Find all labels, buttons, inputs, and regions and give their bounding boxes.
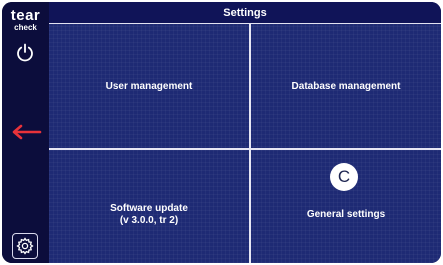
general-settings-label: General settings [306,208,386,220]
callout-badge: C [330,163,358,191]
back-button[interactable] [10,122,42,142]
gear-icon [16,237,34,255]
logo-line1: tear [10,7,41,24]
user-management-label: User management [105,80,193,92]
vertical-divider [249,24,251,263]
software-update-tile[interactable]: Software update (v 3.0.0, tr 2) [49,150,249,263]
power-button[interactable] [14,42,36,64]
power-icon [17,43,33,62]
sidebar: tear check [2,2,49,263]
settings-panel: Settings User management Database manage… [49,2,441,263]
software-version-label: (v 3.0.0, tr 2) [119,214,179,226]
user-management-tile[interactable]: User management [49,25,249,148]
horizontal-divider [49,148,441,150]
settings-button[interactable] [12,233,38,259]
tearcheck-logo: tear check [2,8,49,32]
software-update-label: Software update [110,202,188,214]
logo-line2: check [14,23,37,32]
page-title: Settings [49,2,441,24]
device-screen: tear check Settings User management Data… [2,2,441,263]
database-management-tile[interactable]: Database management [251,25,441,148]
database-management-label: Database management [291,80,401,92]
back-arrow-icon [12,124,42,140]
